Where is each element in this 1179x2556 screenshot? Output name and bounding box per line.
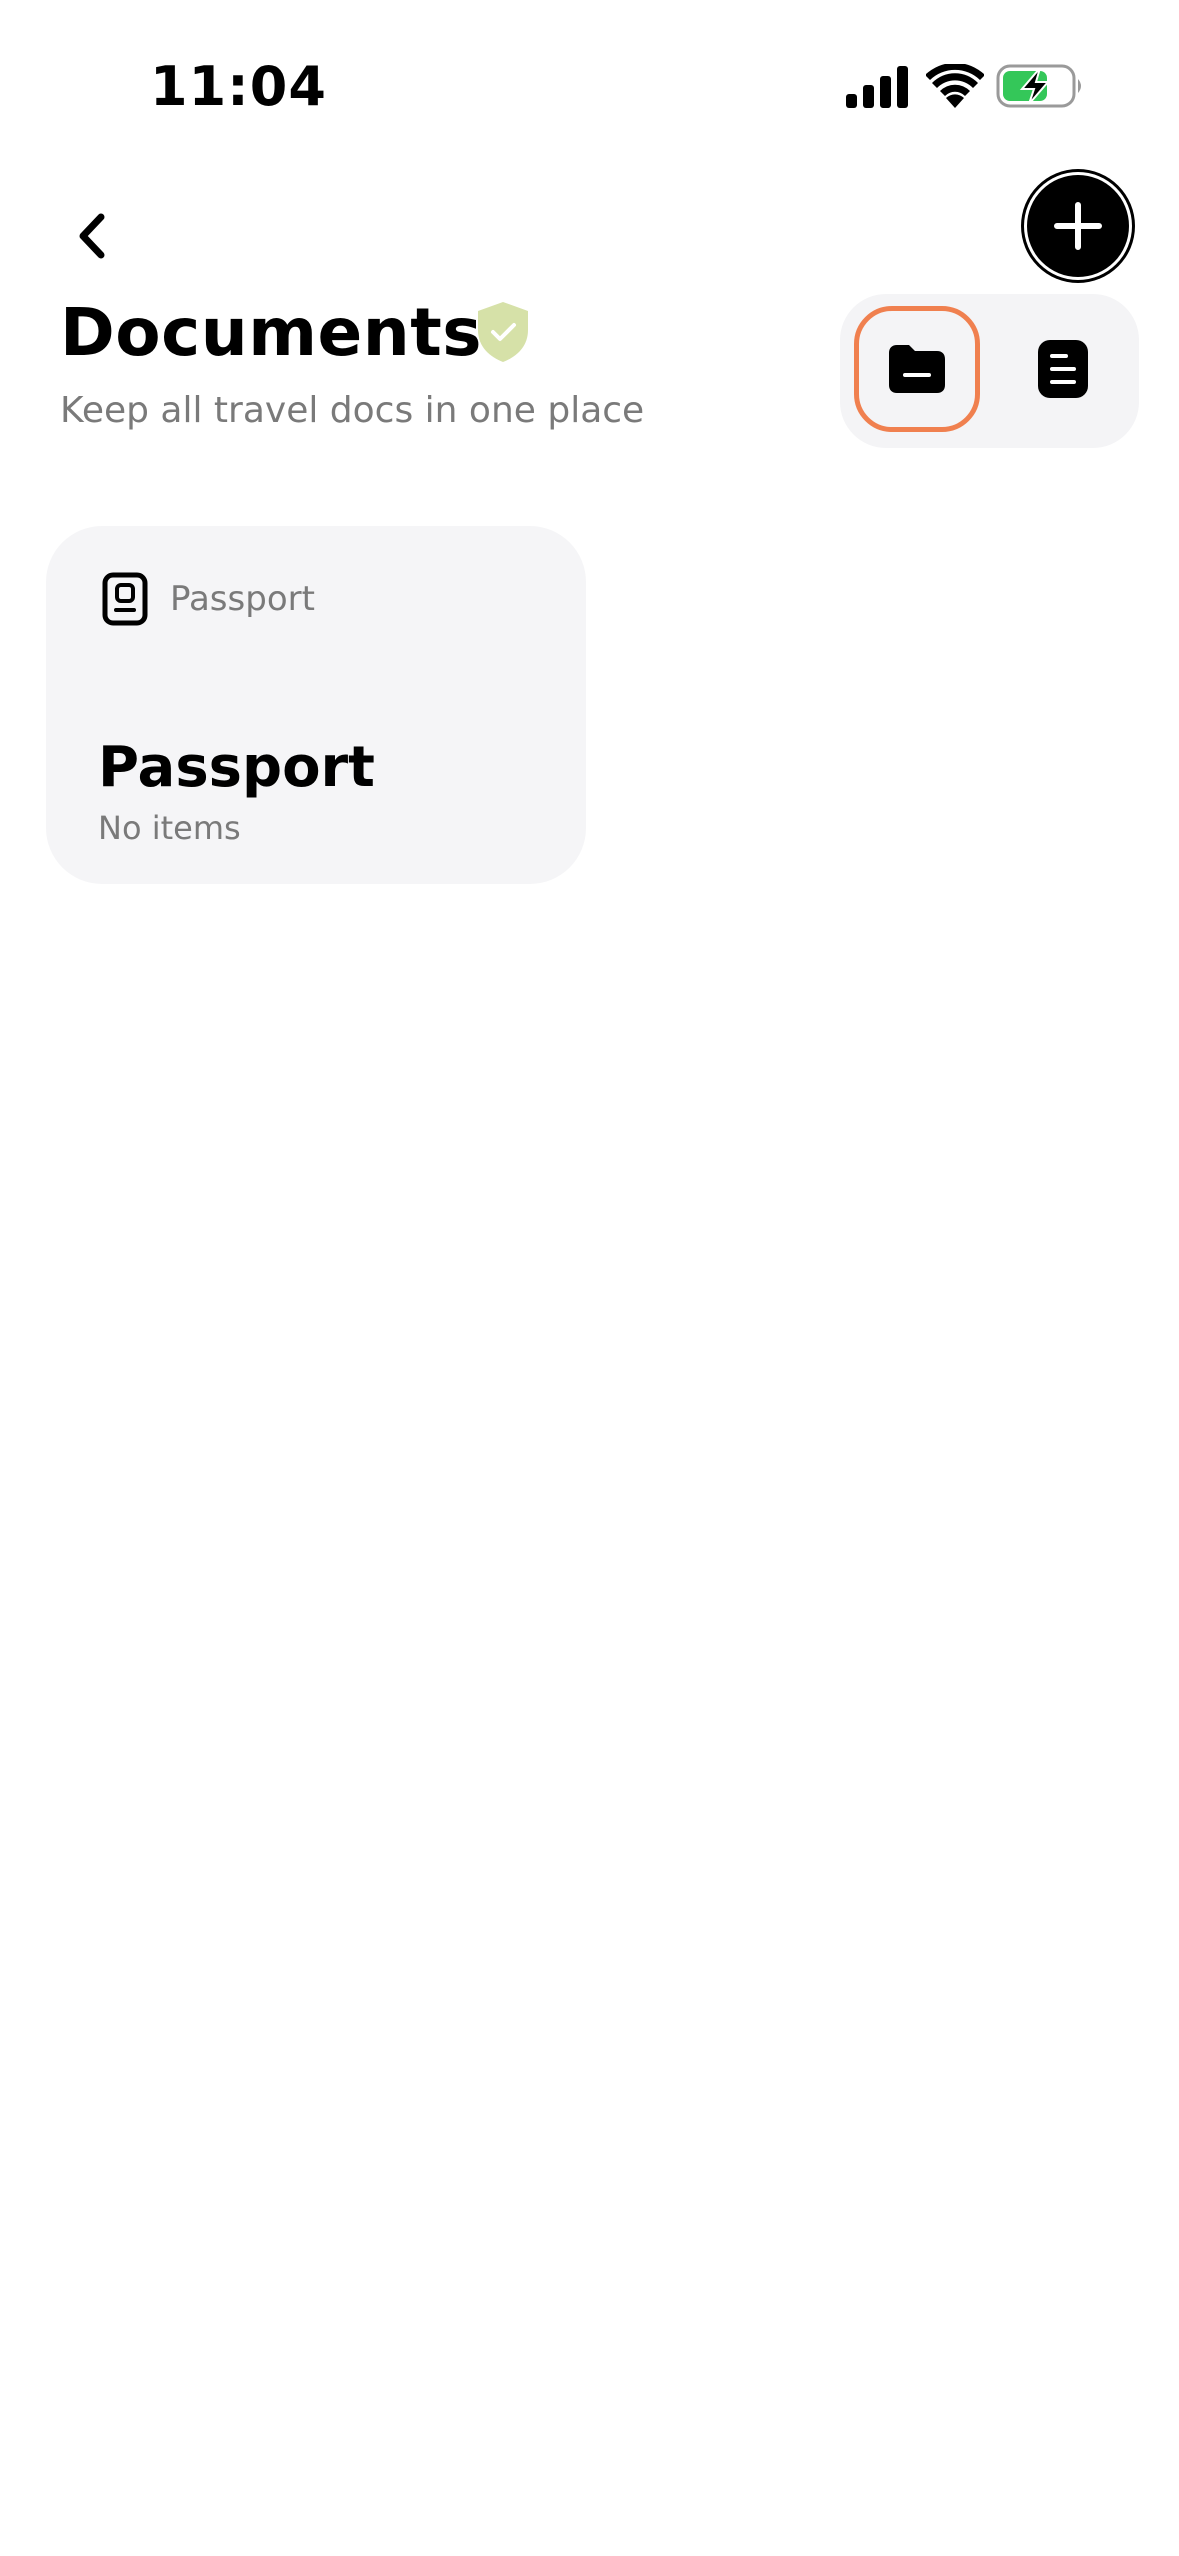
status-bar: 11:04 [0,0,1179,170]
add-document-button[interactable] [1027,175,1129,277]
list-view-button[interactable] [1000,306,1126,432]
page-subtitle: Keep all travel docs in one place [60,390,645,431]
card-item-count: No items [98,809,241,847]
passport-icon [102,572,148,626]
plus-icon [1054,202,1102,250]
card-tag: Passport [170,579,315,619]
folder-icon [889,345,945,393]
battery-charging-icon [996,64,1081,108]
shield-check-icon [478,302,528,362]
view-toggle [840,294,1139,448]
folder-view-button[interactable] [854,306,980,432]
chevron-left-icon [79,213,105,259]
back-button[interactable] [52,196,132,276]
status-time: 11:04 [150,55,327,118]
document-list-icon [1038,340,1088,398]
wifi-icon [926,64,984,108]
cellular-signal-icon [846,66,908,108]
document-card-passport[interactable]: Passport Passport No items [46,526,586,884]
page-title: Documents [60,294,483,371]
card-title: Passport [98,735,375,800]
